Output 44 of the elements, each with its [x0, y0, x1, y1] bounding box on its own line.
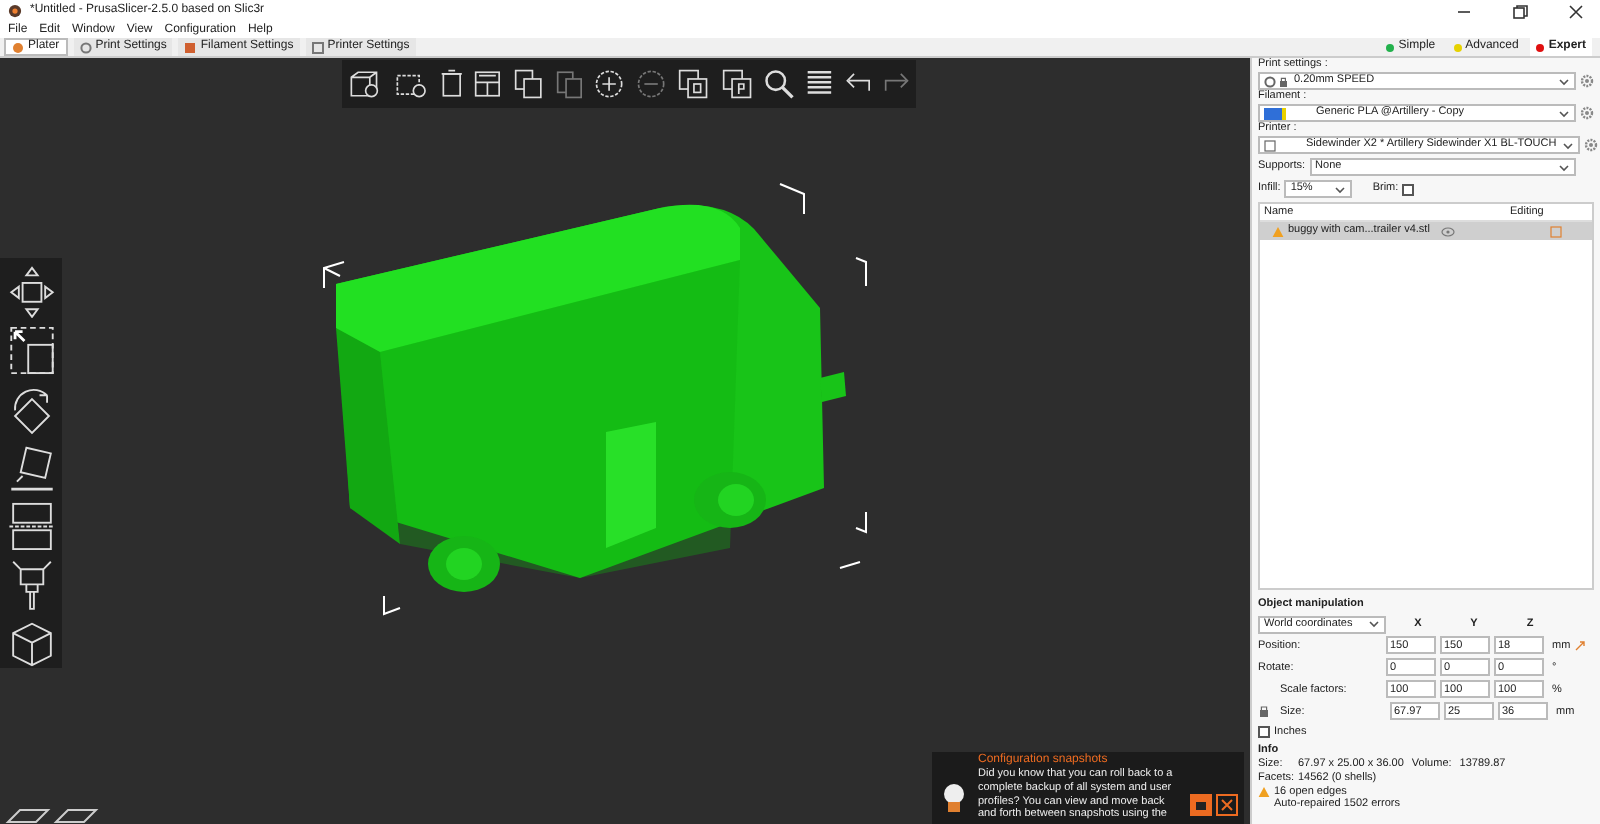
split-objects-icon[interactable] [678, 66, 710, 102]
restore-icon[interactable] [1512, 3, 1528, 19]
tab-icon [79, 41, 92, 53]
add-instance-icon[interactable] [594, 66, 625, 102]
layer-view-icon[interactable] [4, 804, 100, 824]
place-on-face-icon[interactable] [7, 444, 55, 494]
reset-icon[interactable] [1574, 639, 1587, 652]
paste-icon[interactable] [555, 66, 583, 102]
tab-icon [12, 41, 24, 53]
paint-brush-icon[interactable] [7, 558, 55, 612]
split-parts-icon[interactable] [721, 66, 752, 102]
app-logo-icon [8, 4, 22, 18]
scale-icon[interactable] [7, 326, 55, 376]
dropdown-caret-icon [1368, 618, 1380, 631]
dropdown-caret-icon [1558, 107, 1570, 119]
move-icon[interactable] [7, 266, 55, 319]
tab-icon [184, 41, 197, 53]
arrange-icon[interactable] [474, 66, 502, 102]
checkbox[interactable] [1402, 183, 1415, 195]
lock-icon[interactable] [1258, 704, 1270, 719]
camera-icon [1194, 798, 1208, 812]
gear-icon[interactable] [1584, 138, 1599, 152]
warning-icon [1258, 786, 1270, 798]
checkbox[interactable] [1258, 725, 1270, 738]
gear-icon[interactable] [1580, 74, 1594, 88]
gear-icon[interactable] [1580, 106, 1594, 120]
search-icon[interactable] [763, 66, 794, 102]
dropdown-caret-icon [1558, 75, 1570, 87]
cube-icon[interactable] [7, 619, 55, 669]
tab-icon [311, 41, 324, 53]
close-icon[interactable] [1568, 3, 1584, 19]
lightbulb-icon [938, 782, 970, 814]
cut-icon[interactable] [7, 501, 55, 551]
dropdown-caret-icon [1334, 183, 1347, 195]
close-button[interactable] [1216, 794, 1238, 816]
warning-icon [1272, 225, 1284, 237]
trash-icon[interactable] [439, 66, 463, 102]
snapshot-button[interactable] [1190, 794, 1212, 816]
lock-icon [1264, 75, 1288, 87]
add-cube-icon[interactable] [348, 66, 382, 102]
copy-icon[interactable] [513, 66, 544, 102]
close-icon [1220, 798, 1234, 812]
printer-icon [1264, 139, 1276, 151]
remove-instance-icon[interactable] [636, 66, 667, 102]
